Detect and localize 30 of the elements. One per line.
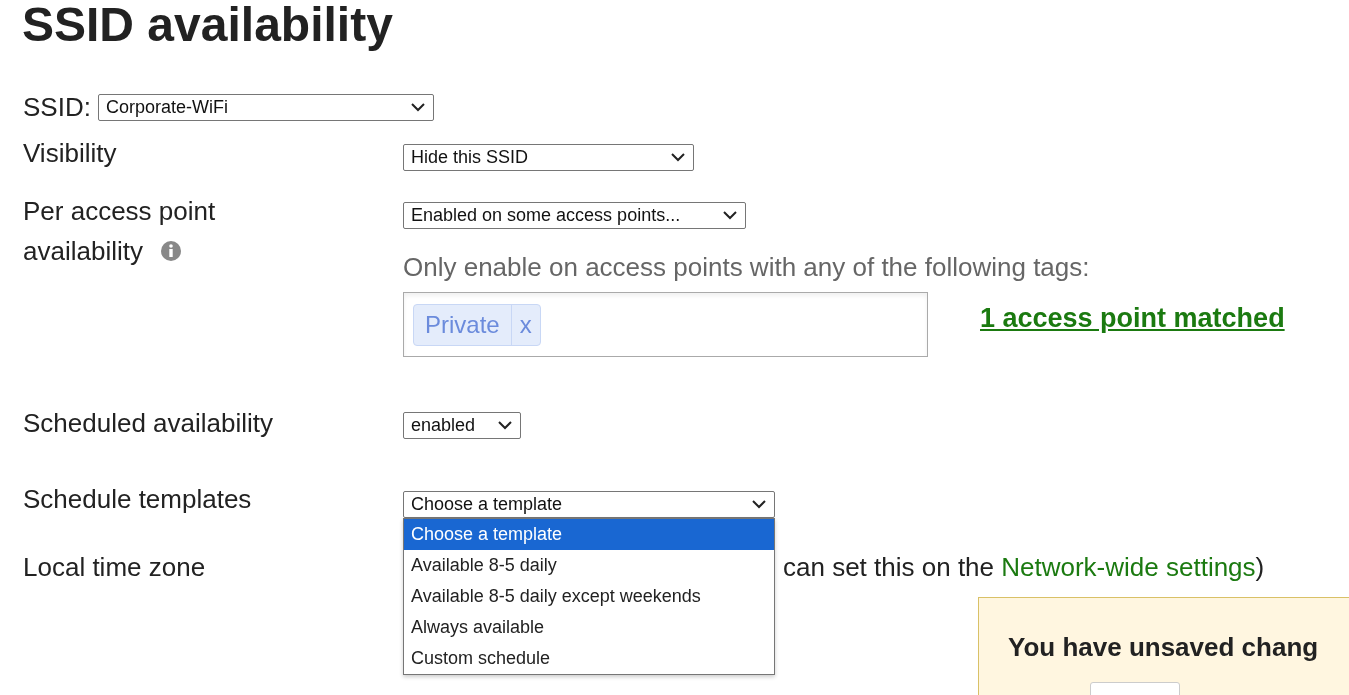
page-title: SSID availability	[22, 0, 393, 53]
chevron-down-icon	[752, 500, 766, 509]
visibility-select[interactable]: Hide this SSID	[403, 144, 694, 171]
matched-link[interactable]: 1 access point matched	[980, 298, 1285, 339]
per-ap-select[interactable]: Enabled on some access points...	[403, 202, 746, 229]
timezone-note: can set this on the Network-wide settings)	[783, 552, 1265, 582]
info-icon[interactable]	[160, 241, 181, 261]
field-label: SSID:	[23, 92, 91, 122]
tag-chip: Private x	[413, 303, 541, 346]
field-label: Scheduled availability	[23, 408, 274, 438]
dropdown-option[interactable]: Available 8-5 daily	[404, 550, 774, 581]
dropdown-option[interactable]: Always available	[404, 612, 774, 643]
dropdown-option[interactable]: Custom schedule	[404, 643, 774, 674]
chevron-down-icon	[723, 211, 737, 220]
chevron-down-icon	[498, 421, 512, 430]
field-label: Local time zone	[23, 551, 206, 582]
field-label: Per access point	[23, 196, 217, 226]
dropdown-option[interactable]: Choose a template	[404, 519, 774, 550]
field-label: availability	[23, 236, 143, 266]
ssid-select[interactable]: Corporate-WiFi	[97, 93, 434, 121]
scheduled-select[interactable]: enabled	[403, 412, 521, 439]
tags-hint: Only enable on access points with any of the following tags:	[403, 252, 1091, 282]
unsaved-title: You have unsaved chang	[1008, 632, 1320, 662]
network-settings-link[interactable]: Network-wide settings	[1001, 552, 1256, 582]
chevron-down-icon	[671, 153, 685, 162]
dropdown-option[interactable]: Available 8-5 daily except weekends	[404, 581, 774, 612]
template-select[interactable]: Choose a template	[403, 491, 775, 518]
field-label: Visibility	[23, 138, 117, 168]
field-label: Schedule templates	[23, 484, 252, 514]
chevron-down-icon	[410, 102, 425, 112]
